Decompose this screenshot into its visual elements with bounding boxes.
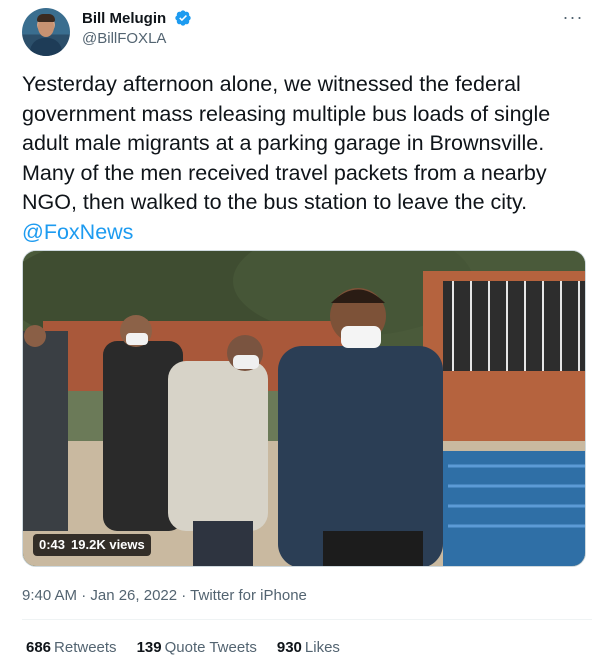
- author-block[interactable]: Bill Melugin @BillFOXLA: [82, 9, 192, 47]
- tweet-timestamp[interactable]: 9:40 AM · Jan 26, 2022 · Twitter for iPh…: [22, 587, 307, 604]
- tweet-body: Yesterday afternoon alone, we witnessed …: [22, 72, 551, 214]
- tweet-header: Bill Melugin @BillFOXLA ···: [22, 8, 592, 56]
- more-options-icon[interactable]: ···: [562, 8, 584, 28]
- verified-badge-icon: [174, 10, 191, 26]
- likes-stat[interactable]: 930 Likes: [277, 639, 340, 656]
- retweets-stat[interactable]: 686 Retweets: [26, 639, 117, 656]
- display-name[interactable]: Bill Melugin: [82, 10, 166, 27]
- quotes-count: 139: [136, 639, 162, 656]
- video-views: 19.2K views: [71, 537, 145, 552]
- video-badge: 0:43 19.2K views: [33, 534, 151, 556]
- handle[interactable]: @BillFOXLA: [82, 30, 192, 47]
- mention-link[interactable]: @FoxNews: [22, 218, 592, 248]
- retweets-count: 686: [26, 639, 52, 656]
- quote-tweets-stat[interactable]: 139 Quote Tweets: [137, 639, 257, 656]
- video-thumbnail: [23, 251, 585, 566]
- video-duration: 0:43: [39, 537, 66, 552]
- engagement-stats: 686 Retweets 139 Quote Tweets 930 Likes: [26, 639, 340, 656]
- likes-label: Likes: [304, 639, 340, 656]
- video-player[interactable]: 0:43 19.2K views: [22, 250, 586, 567]
- tweet-text: Yesterday afternoon alone, we witnessed …: [22, 70, 592, 247]
- likes-count: 930: [276, 639, 302, 656]
- avatar[interactable]: [22, 8, 70, 56]
- retweets-label: Retweets: [54, 639, 117, 656]
- divider: [22, 619, 592, 620]
- quotes-label: Quote Tweets: [164, 639, 257, 656]
